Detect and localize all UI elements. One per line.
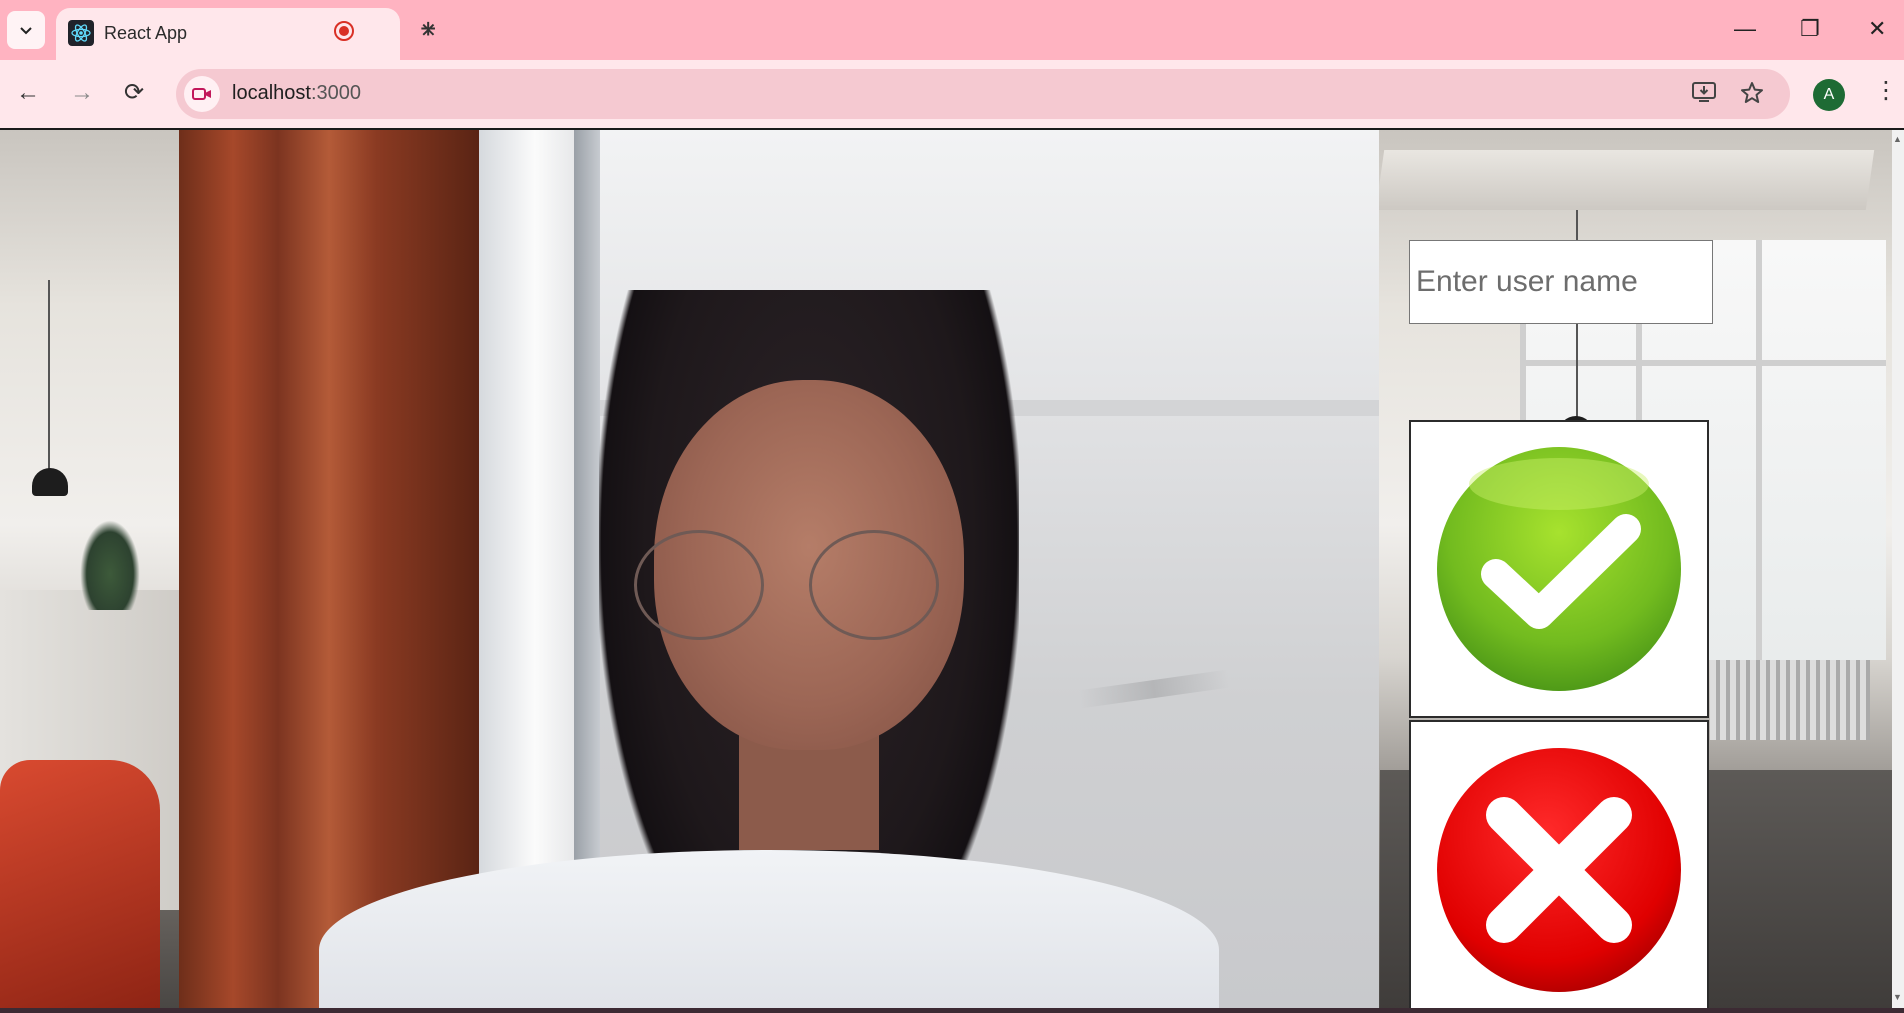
browser-tab-bar: React App ✕ + — ❐ ✕ <box>0 0 1904 60</box>
scroll-down-icon[interactable]: ▼ <box>1893 992 1902 1002</box>
background-plant <box>80 520 140 610</box>
new-tab-button[interactable]: + <box>420 14 436 44</box>
profile-avatar[interactable]: A <box>1813 79 1845 111</box>
window-close-button[interactable]: ✕ <box>1868 14 1886 44</box>
username-input[interactable] <box>1409 240 1713 324</box>
recording-icon <box>334 21 354 41</box>
back-button[interactable]: ← <box>16 78 40 108</box>
ceiling-panel <box>1375 150 1875 210</box>
ceiling-fan <box>1078 669 1230 709</box>
page-scrollbar[interactable]: ▲ ▼ <box>1892 130 1904 1008</box>
x-icon <box>1437 748 1681 992</box>
accept-button[interactable] <box>1409 420 1709 718</box>
glasses-left-lens <box>634 530 764 640</box>
app-page <box>0 130 1904 1008</box>
window-transom <box>1526 360 1886 366</box>
browser-tab[interactable]: React App ✕ <box>56 8 437 60</box>
browser-menu-icon[interactable]: ⋮ <box>1874 76 1898 105</box>
restore-button[interactable]: ❐ <box>1800 14 1820 44</box>
install-app-icon[interactable] <box>1692 81 1716 109</box>
tab-title: React App <box>104 23 188 43</box>
pendant-lamp <box>32 468 68 496</box>
webcam-feed <box>179 130 1379 1008</box>
url-text[interactable]: localhost:3000 <box>232 82 361 105</box>
red-chair <box>0 760 160 1008</box>
reload-button[interactable]: ⟳ <box>124 78 144 108</box>
check-icon <box>1437 447 1681 691</box>
forward-button[interactable]: → <box>70 78 94 108</box>
glasses-right-lens <box>809 530 939 640</box>
address-bar[interactable]: localhost:3000 <box>176 69 1790 119</box>
react-icon <box>68 20 94 46</box>
lamp-cord <box>48 280 50 470</box>
tab-search-button[interactable] <box>7 11 45 49</box>
reject-button[interactable] <box>1409 720 1709 1008</box>
browser-toolbar: ← → ⟳ localhost:3000 A ⋮ <box>0 60 1904 128</box>
minimize-button[interactable]: — <box>1734 14 1756 44</box>
background-radiator <box>1710 660 1870 740</box>
scroll-up-icon[interactable]: ▲ <box>1893 134 1902 144</box>
bottom-edge <box>0 1008 1904 1013</box>
url-port: :3000 <box>310 82 361 104</box>
bookmark-star-icon[interactable] <box>1740 81 1764 111</box>
curtain <box>179 130 479 1008</box>
window-mullion <box>1756 240 1762 660</box>
camera-icon[interactable] <box>184 76 220 112</box>
url-host: localhost <box>232 82 311 104</box>
chevron-down-icon <box>20 27 32 35</box>
